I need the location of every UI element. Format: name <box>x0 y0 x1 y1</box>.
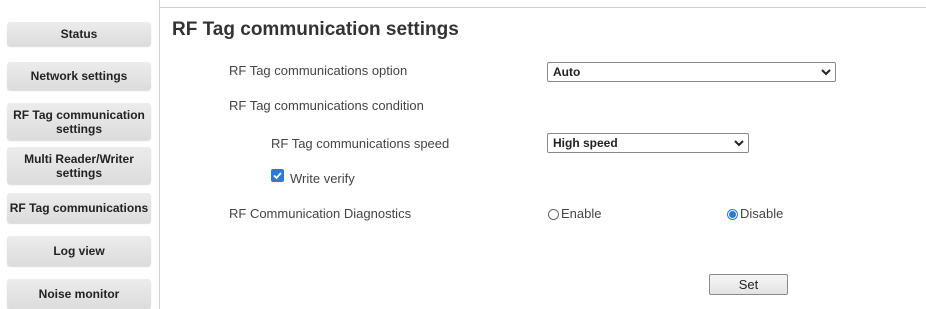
sidebar-item-log-view[interactable]: Log view <box>7 236 151 266</box>
sidebar-divider <box>159 0 160 309</box>
sidebar-item-status[interactable]: Status <box>7 22 151 46</box>
write-verify-label: Write verify <box>290 171 355 186</box>
sidebar-item-network-settings[interactable]: Network settings <box>7 62 151 90</box>
comm-speed-label: RF Tag communications speed <box>271 136 450 151</box>
comm-condition-label: RF Tag communications condition <box>229 98 424 113</box>
sidebar-item-rf-tag-communications[interactable]: RF Tag communications <box>7 193 151 223</box>
diagnostics-disable-radio[interactable] <box>727 209 738 220</box>
diagnostics-enable-radio[interactable] <box>548 209 559 220</box>
set-button[interactable]: Set <box>709 274 788 295</box>
diagnostics-disable-label: Disable <box>740 206 784 221</box>
chevron-down-icon <box>730 139 748 147</box>
comm-option-label: RF Tag communications option <box>229 63 408 78</box>
check-icon <box>273 172 282 180</box>
comm-option-select[interactable]: Auto <box>547 62 836 82</box>
write-verify-checkbox[interactable] <box>271 169 284 182</box>
diagnostics-enable-label: Enable <box>561 206 602 221</box>
comm-speed-value: High speed <box>553 136 618 150</box>
comm-speed-select[interactable]: High speed <box>547 133 749 153</box>
page-title: RF Tag communication settings <box>172 19 459 40</box>
comm-option-value: Auto <box>553 65 581 79</box>
sidebar-item-rf-tag-communication-settings[interactable]: RF Tag communication settings <box>7 103 151 140</box>
sidebar-item-noise-monitor[interactable]: Noise monitor <box>7 279 151 309</box>
chevron-down-icon <box>817 68 835 76</box>
sidebar-item-multi-reader-writer-settings[interactable]: Multi Reader/Writer settings <box>7 147 151 184</box>
sidebar: Status Network settings RF Tag communica… <box>0 0 160 309</box>
diagnostics-label: RF Communication Diagnostics <box>229 206 412 221</box>
header-divider <box>160 7 926 8</box>
